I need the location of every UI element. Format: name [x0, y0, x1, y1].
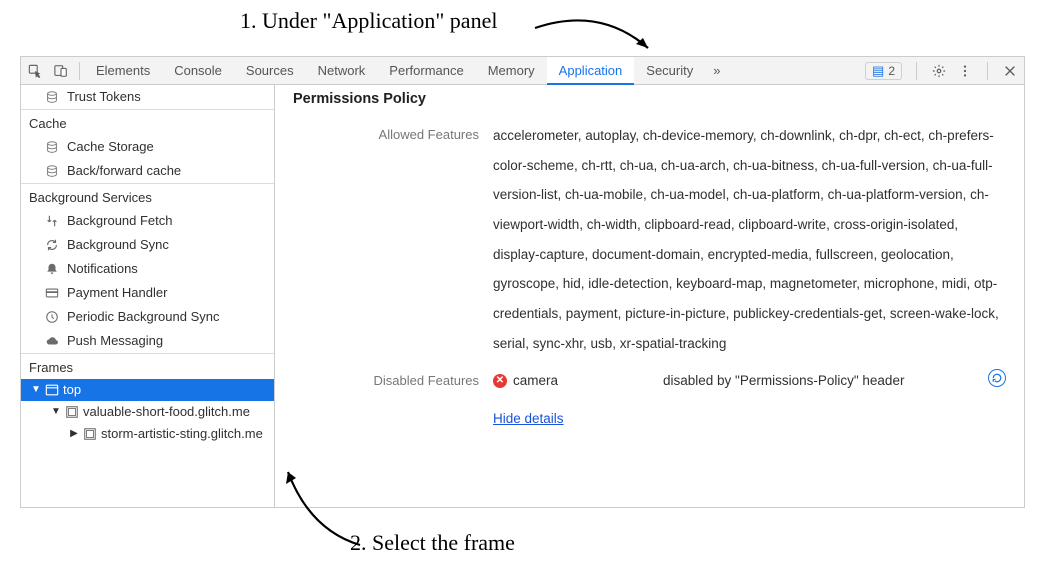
database-icon: [45, 140, 59, 154]
database-icon: [45, 90, 59, 104]
message-icon: ▤: [872, 64, 884, 77]
close-icon[interactable]: [1002, 63, 1018, 79]
sidebar-item-notifications[interactable]: Notifications: [21, 257, 274, 281]
inspect-icon[interactable]: [27, 63, 43, 79]
window-icon: [45, 383, 59, 397]
frame-grandchild[interactable]: ▶ storm-artistic-sting.glitch.me: [21, 423, 274, 445]
panel-tabs: Elements Console Sources Network Perform…: [84, 57, 728, 84]
hide-details-link[interactable]: Hide details: [493, 411, 564, 426]
tab-security[interactable]: Security: [634, 57, 705, 84]
allowed-features-label: Allowed Features: [293, 121, 493, 150]
sidebar-item-payment[interactable]: Payment Handler: [21, 281, 274, 305]
tab-application[interactable]: Application: [547, 57, 635, 85]
reload-icon[interactable]: [988, 369, 1006, 387]
devtools-window: Elements Console Sources Network Perform…: [20, 56, 1025, 508]
annotation-top: 1. Under "Application" panel: [240, 8, 497, 34]
cloud-icon: [45, 334, 59, 348]
settings-icon[interactable]: [931, 63, 947, 79]
tab-sources[interactable]: Sources: [234, 57, 306, 84]
disabled-reason: disabled by "Permissions-Policy" header: [663, 369, 968, 393]
sidebar-item-bgfetch[interactable]: Background Fetch: [21, 209, 274, 233]
tab-bar: Elements Console Sources Network Perform…: [21, 57, 1024, 85]
sync-icon: [45, 238, 59, 252]
sidebar: Trust Tokens Cache Cache Storage Back/fo…: [21, 85, 275, 507]
card-icon: [45, 286, 59, 300]
disabled-features-row: Disabled Features ✕ camera disabled by "…: [293, 369, 1006, 432]
frame-child[interactable]: ▼ valuable-short-food.glitch.me: [21, 401, 274, 423]
disclosure-triangle-icon: ▶: [69, 423, 79, 445]
bell-icon: [45, 262, 59, 276]
sidebar-item-push[interactable]: Push Messaging: [21, 329, 274, 353]
tab-performance[interactable]: Performance: [377, 57, 475, 84]
disclosure-triangle-icon: ▼: [51, 401, 61, 423]
clock-icon: [45, 310, 59, 324]
database-icon: [45, 164, 59, 178]
error-icon: ✕: [493, 374, 507, 388]
issues-badge[interactable]: ▤ 2: [865, 62, 902, 80]
sidebar-item-bfcache[interactable]: Back/forward cache: [21, 159, 274, 183]
sidebar-item-trust-tokens[interactable]: Trust Tokens: [21, 85, 274, 109]
tab-console[interactable]: Console: [162, 57, 234, 84]
sidebar-group-cache: Cache: [21, 109, 274, 135]
tab-network[interactable]: Network: [306, 57, 378, 84]
main-panel: Permissions Policy Allowed Features acce…: [275, 85, 1024, 507]
annotation-bottom: 2. Select the frame: [350, 530, 515, 556]
tabs-overflow[interactable]: »: [705, 57, 728, 84]
sidebar-item-cache-storage[interactable]: Cache Storage: [21, 135, 274, 159]
allowed-features-value: accelerometer, autoplay, ch-device-memor…: [493, 121, 1006, 359]
kebab-menu-icon[interactable]: [957, 63, 973, 79]
disabled-feature-name: camera: [513, 369, 558, 393]
tab-elements[interactable]: Elements: [84, 57, 162, 84]
sidebar-group-frames: Frames: [21, 353, 274, 379]
allowed-features-row: Allowed Features accelerometer, autoplay…: [293, 121, 1006, 359]
device-toggle-icon[interactable]: [53, 63, 69, 79]
frame-icon: [65, 405, 79, 419]
section-title: Permissions Policy: [293, 91, 1006, 107]
sidebar-item-periodicsync[interactable]: Periodic Background Sync: [21, 305, 274, 329]
frame-top[interactable]: ▼ top: [21, 379, 274, 401]
sidebar-group-bgservices: Background Services: [21, 183, 274, 209]
frame-icon: [83, 427, 97, 441]
disabled-features-label: Disabled Features: [293, 369, 493, 392]
fetch-icon: [45, 214, 59, 228]
sidebar-item-bgsync[interactable]: Background Sync: [21, 233, 274, 257]
tab-memory[interactable]: Memory: [476, 57, 547, 84]
disclosure-triangle-icon: ▼: [31, 379, 41, 401]
